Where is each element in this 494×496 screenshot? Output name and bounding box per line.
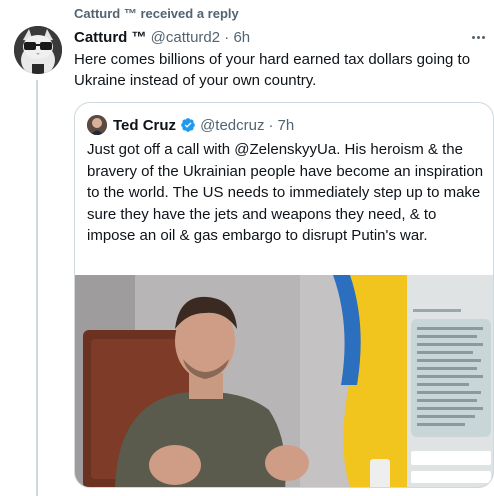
dot-separator: · [224, 29, 230, 46]
quoted-text: Just got off a call with @ZelenskyyUa. H… [87, 141, 484, 244]
author-handle[interactable]: @catturd2 [151, 29, 220, 46]
tweet-header: Catturd ™ @catturd2 · 6h [74, 29, 250, 46]
thread-line [36, 80, 38, 496]
tweet-text: Here comes billions of your hard earned … [74, 51, 471, 89]
dot-separator: · [268, 116, 274, 134]
quoted-handle[interactable]: @tedcruz [200, 117, 264, 134]
quoted-header: Ted Cruz @tedcruz · 7h [87, 115, 294, 135]
quoted-tweet[interactable]: Ted Cruz @tedcruz · 7h Just got off a ca… [74, 102, 494, 488]
avatar[interactable] [14, 26, 62, 74]
quoted-timestamp[interactable]: 7h [277, 117, 294, 134]
social-context[interactable]: Catturd ™ received a reply [74, 6, 239, 21]
quoted-author-name[interactable]: Ted Cruz [113, 117, 176, 134]
media-image[interactable] [75, 275, 493, 487]
author-name[interactable]: Catturd ™ [74, 29, 147, 46]
quoted-avatar[interactable] [87, 115, 107, 135]
timestamp[interactable]: 6h [233, 29, 250, 46]
verified-badge-icon [181, 118, 195, 132]
more-options-icon[interactable] [466, 28, 490, 46]
